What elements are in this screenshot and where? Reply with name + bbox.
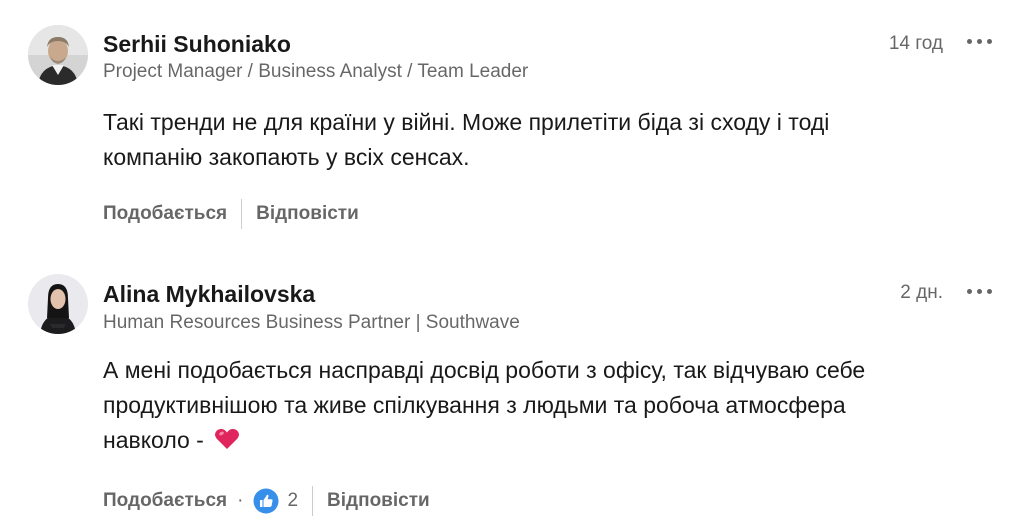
author-name[interactable]: Alina Mykhailovska — [103, 281, 315, 308]
comment-line: продуктивнішою та живе спілкування з люд… — [103, 392, 846, 418]
person-avatar-icon — [28, 25, 88, 85]
reactions-summary[interactable]: 2 — [253, 488, 298, 514]
heart-emoji-icon — [214, 426, 240, 461]
author-headline: Project Manager / Business Analyst / Tea… — [103, 61, 529, 82]
comment-line: компанію закопають у всіх сенсах. — [103, 144, 470, 170]
avatar[interactable] — [28, 274, 88, 334]
comment-line: Такі тренди не для країни у війні. Може … — [103, 109, 830, 135]
reply-button[interactable]: Відповісти — [256, 203, 359, 225]
author-headline: Human Resources Business Partner | South… — [103, 312, 520, 333]
comment-actions: Подобається Відповісти — [103, 198, 359, 230]
comment-timestamp: 2 дн. — [900, 282, 943, 303]
dot-icon — [987, 39, 992, 44]
comment-item: Alina Mykhailovska Human Resources Busin… — [0, 262, 1024, 526]
like-button[interactable]: Подобається — [103, 490, 227, 512]
reply-button[interactable]: Відповісти — [327, 490, 430, 512]
dot-icon — [977, 289, 982, 294]
comment-line: А мені подобається насправді досвід робо… — [103, 357, 866, 383]
more-options-button[interactable] — [966, 32, 994, 52]
dot-icon — [977, 39, 982, 44]
comment-line-last: навколо - — [103, 423, 983, 461]
like-thumb-icon — [253, 488, 279, 514]
avatar[interactable] — [28, 25, 88, 85]
dot-icon — [967, 39, 972, 44]
like-button[interactable]: Подобається — [103, 203, 227, 225]
separator-dot: · — [237, 490, 244, 511]
comment-text: А мені подобається насправді досвід робо… — [103, 353, 983, 461]
more-options-button[interactable] — [966, 282, 994, 302]
comment-text: Такі тренди не для країни у війні. Може … — [103, 105, 983, 175]
dot-icon — [987, 289, 992, 294]
author-name[interactable]: Serhii Suhoniako — [103, 31, 291, 58]
comment-item: Serhii Suhoniako Project Manager / Busin… — [0, 0, 1024, 262]
divider — [241, 199, 243, 229]
comment-actions: Подобається · 2 Відповісти — [103, 485, 430, 517]
dot-icon — [967, 289, 972, 294]
divider — [312, 486, 314, 516]
reaction-count: 2 — [287, 490, 299, 511]
person-avatar-icon — [28, 274, 88, 334]
comment-line-text: навколо - — [103, 427, 204, 453]
comment-timestamp: 14 год — [888, 33, 943, 54]
